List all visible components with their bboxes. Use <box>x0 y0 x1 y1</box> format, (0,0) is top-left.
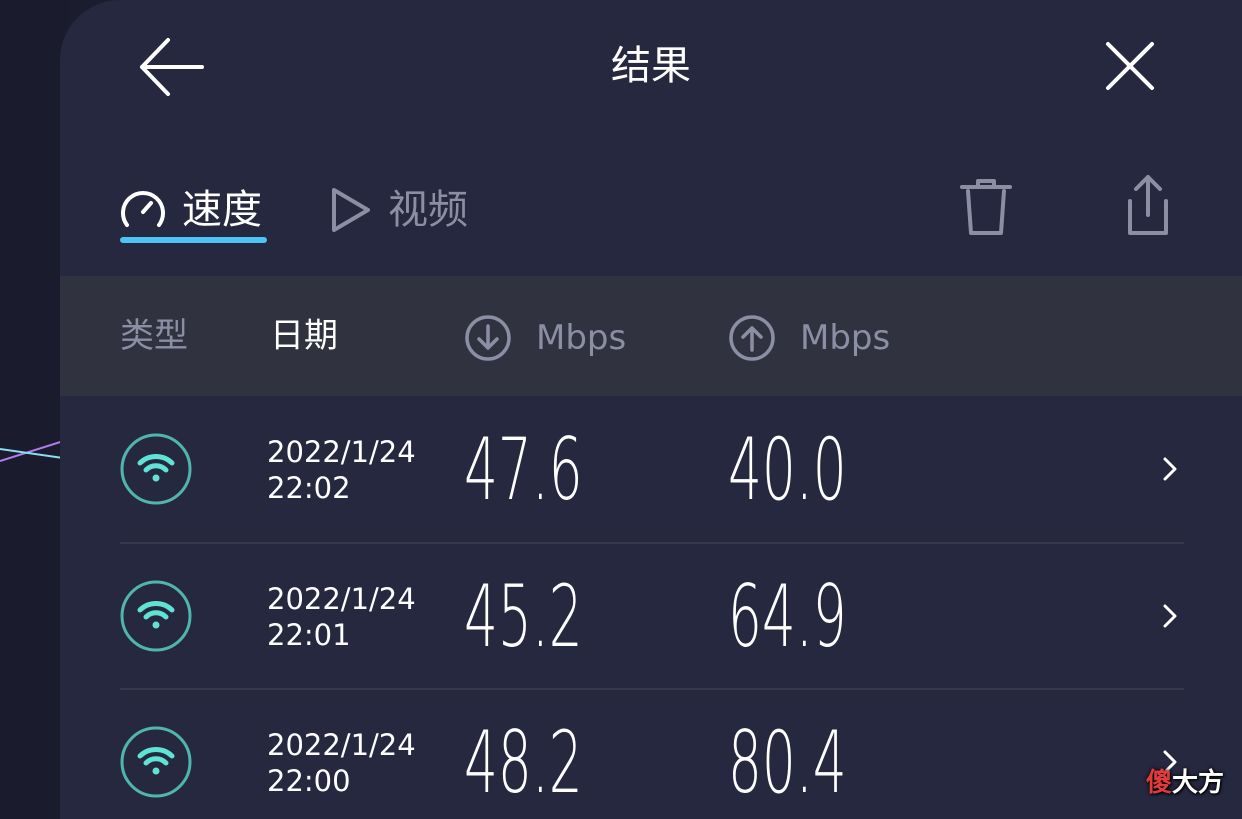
result-datetime: 2022/1/24 22:00 <box>267 727 416 799</box>
tab-bar: 速度 视频 <box>60 165 1242 255</box>
result-time: 22:02 <box>267 471 351 505</box>
download-speed: 48.2 <box>464 713 583 813</box>
play-icon <box>332 188 370 232</box>
download-unit: Mbps <box>536 318 627 358</box>
column-upload[interactable]: Mbps <box>728 314 890 362</box>
wifi-icon <box>120 433 192 505</box>
result-row[interactable]: 2022/1/24 22:00 48.2 80.4 <box>60 689 1242 819</box>
column-header-row: 类型 日期 Mbps Mbps <box>60 276 1242 396</box>
download-speed: 45.2 <box>464 567 583 667</box>
tab-video[interactable]: 视频 <box>328 175 468 245</box>
trash-icon[interactable] <box>958 173 1014 239</box>
wifi-icon <box>120 580 192 652</box>
column-download[interactable]: Mbps <box>464 314 626 362</box>
upload-speed: 40.0 <box>728 420 847 520</box>
upload-unit: Mbps <box>800 318 891 358</box>
speedometer-icon <box>121 191 165 227</box>
result-datetime: 2022/1/24 22:01 <box>267 581 416 653</box>
result-row[interactable]: 2022/1/24 22:01 45.2 64.9 <box>60 543 1242 689</box>
results-panel: 结果 速度 视频 类型 日期 Mbps Mbps 2022/1/24 22:02… <box>60 0 1242 819</box>
watermark-rest: 大方 <box>1171 768 1224 798</box>
upload-arrow-icon <box>729 315 775 361</box>
tab-video-label: 视频 <box>388 187 468 233</box>
close-icon[interactable] <box>1100 36 1160 96</box>
watermark: 傻大方 <box>1146 762 1224 799</box>
result-date: 2022/1/24 <box>267 728 416 762</box>
upload-speed: 80.4 <box>728 713 847 813</box>
wifi-icon <box>120 726 192 798</box>
page-title: 结果 <box>611 43 691 89</box>
result-date: 2022/1/24 <box>267 582 416 616</box>
result-time: 22:00 <box>267 764 351 798</box>
download-arrow-icon <box>465 315 511 361</box>
tab-speed[interactable]: 速度 <box>118 175 262 245</box>
column-date[interactable]: 日期 <box>270 314 338 358</box>
download-speed: 47.6 <box>464 420 583 520</box>
result-date: 2022/1/24 <box>267 435 416 469</box>
share-icon[interactable] <box>1124 173 1172 239</box>
result-time: 22:01 <box>267 618 351 652</box>
result-row[interactable]: 2022/1/24 22:02 47.6 40.0 <box>60 396 1242 542</box>
watermark-first-char: 傻 <box>1145 768 1172 798</box>
header: 结果 <box>60 0 1242 130</box>
active-tab-indicator <box>120 237 267 243</box>
column-type[interactable]: 类型 <box>120 314 188 358</box>
upload-speed: 64.9 <box>728 567 847 667</box>
chevron-right-icon[interactable] <box>1160 454 1180 484</box>
tab-speed-label: 速度 <box>182 187 262 233</box>
result-datetime: 2022/1/24 22:02 <box>267 434 416 506</box>
chevron-right-icon[interactable] <box>1160 601 1180 631</box>
